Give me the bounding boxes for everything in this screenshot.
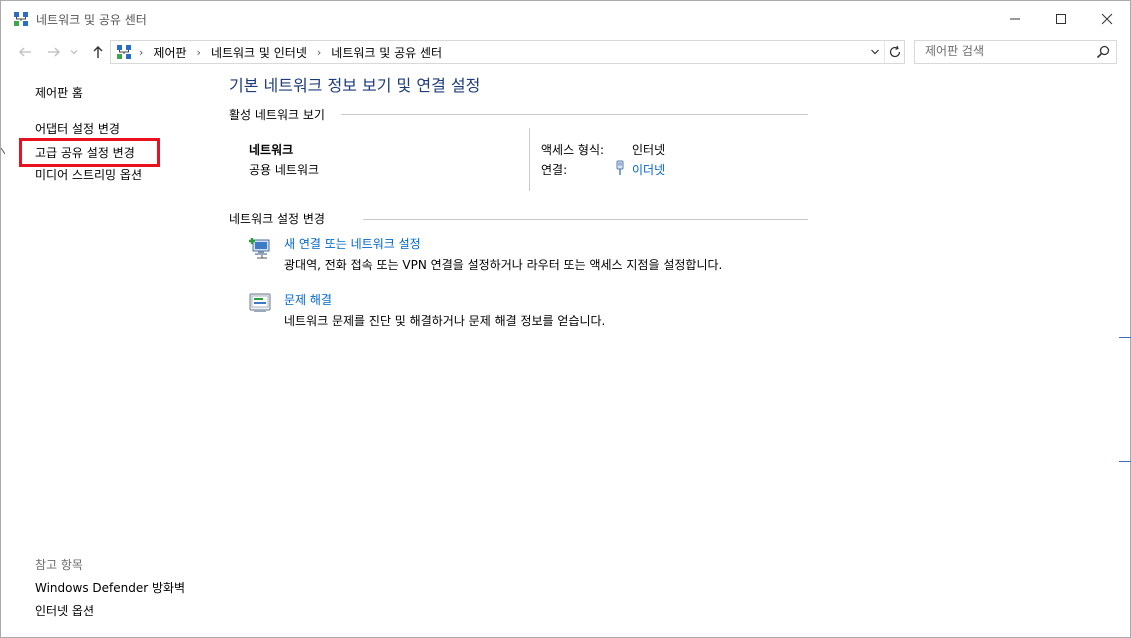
active-networks-header: 활성 네트워크 보기 (229, 108, 325, 122)
refresh-button[interactable] (884, 41, 905, 63)
new-connection-description: 광대역, 전화 접속 또는 VPN 연결을 설정하거나 라우터 또는 액세스 지… (284, 258, 723, 272)
access-type-value: 인터넷 (632, 143, 666, 157)
troubleshoot-link[interactable]: 문제 해결 (284, 291, 332, 308)
page-title: 기본 네트워크 정보 보기 및 연결 설정 (229, 76, 481, 95)
search-input[interactable] (915, 41, 1095, 61)
breadcrumb-separator-icon[interactable]: › (317, 46, 321, 59)
breadcrumb: › 제어판 › 네트워크 및 인터넷 › 네트워크 및 공유 센터 (139, 41, 442, 63)
control-panel-icon (116, 44, 132, 60)
address-bar[interactable]: › 제어판 › 네트워크 및 인터넷 › 네트워크 및 공유 센터 (110, 40, 905, 64)
breadcrumb-item-control-panel[interactable]: 제어판 (153, 44, 186, 61)
see-also-firewall[interactable]: Windows Defender 방화벽 (35, 579, 185, 596)
address-dropdown-button[interactable] (867, 41, 883, 63)
sidebar-item-advanced-sharing[interactable]: 고급 공유 설정 변경 (35, 144, 135, 161)
see-also-header: 참고 항목 (35, 558, 83, 572)
troubleshoot-description: 네트워크 문제를 진단 및 해결하거나 문제 해결 정보를 얻습니다. (284, 314, 606, 328)
search-box[interactable] (914, 40, 1117, 64)
sidebar-item-media-streaming[interactable]: 미디어 스트리밍 옵션 (35, 166, 142, 183)
ethernet-connection-link[interactable]: 이더넷 (632, 161, 665, 178)
background-window-edge (1119, 461, 1131, 462)
left-edge-fragment (1, 141, 6, 155)
sidebar-item-control-panel-home[interactable]: 제어판 홈 (35, 84, 83, 101)
breadcrumb-item-network-sharing-center[interactable]: 네트워크 및 공유 센터 (331, 44, 442, 61)
window-title: 네트워크 및 공유 센터 (36, 13, 147, 27)
new-connection-icon[interactable] (248, 235, 272, 259)
new-connection-link[interactable]: 새 연결 또는 네트워크 설정 (284, 235, 421, 252)
close-button[interactable] (1084, 1, 1130, 37)
section-divider (363, 219, 808, 220)
network-sharing-center-window: 네트워크 및 공유 센터 › 제어판 › 네트워크 및 인터넷 › 네트워크 및… (0, 0, 1131, 638)
breadcrumb-separator-icon[interactable]: › (197, 46, 201, 59)
back-button[interactable] (14, 41, 36, 63)
access-type-label: 액세스 형식: (541, 143, 605, 157)
breadcrumb-item-network-internet[interactable]: 네트워크 및 인터넷 (211, 44, 307, 61)
vertical-divider (529, 128, 530, 191)
troubleshoot-icon[interactable] (248, 291, 272, 315)
forward-button[interactable] (43, 41, 65, 63)
background-window-edge (1119, 337, 1131, 338)
see-also-internet-options[interactable]: 인터넷 옵션 (35, 602, 94, 619)
recent-locations-dropdown[interactable] (67, 41, 81, 63)
up-button[interactable] (87, 41, 109, 63)
network-center-icon (13, 11, 29, 27)
minimize-button[interactable] (992, 1, 1038, 37)
connections-label: 연결: (541, 163, 568, 177)
sidebar-item-adapter-settings[interactable]: 어댑터 설정 변경 (35, 120, 120, 137)
maximize-button[interactable] (1038, 1, 1084, 37)
search-icon[interactable] (1095, 44, 1111, 60)
title-bar: 네트워크 및 공유 센터 (1, 1, 1130, 37)
breadcrumb-separator-icon[interactable]: › (139, 46, 143, 59)
section-divider (341, 114, 808, 115)
network-type-link[interactable]: 공용 네트워크 (249, 161, 319, 178)
change-settings-header: 네트워크 설정 변경 (229, 212, 325, 226)
network-name: 네트워크 (249, 143, 294, 157)
ethernet-icon (614, 160, 626, 176)
